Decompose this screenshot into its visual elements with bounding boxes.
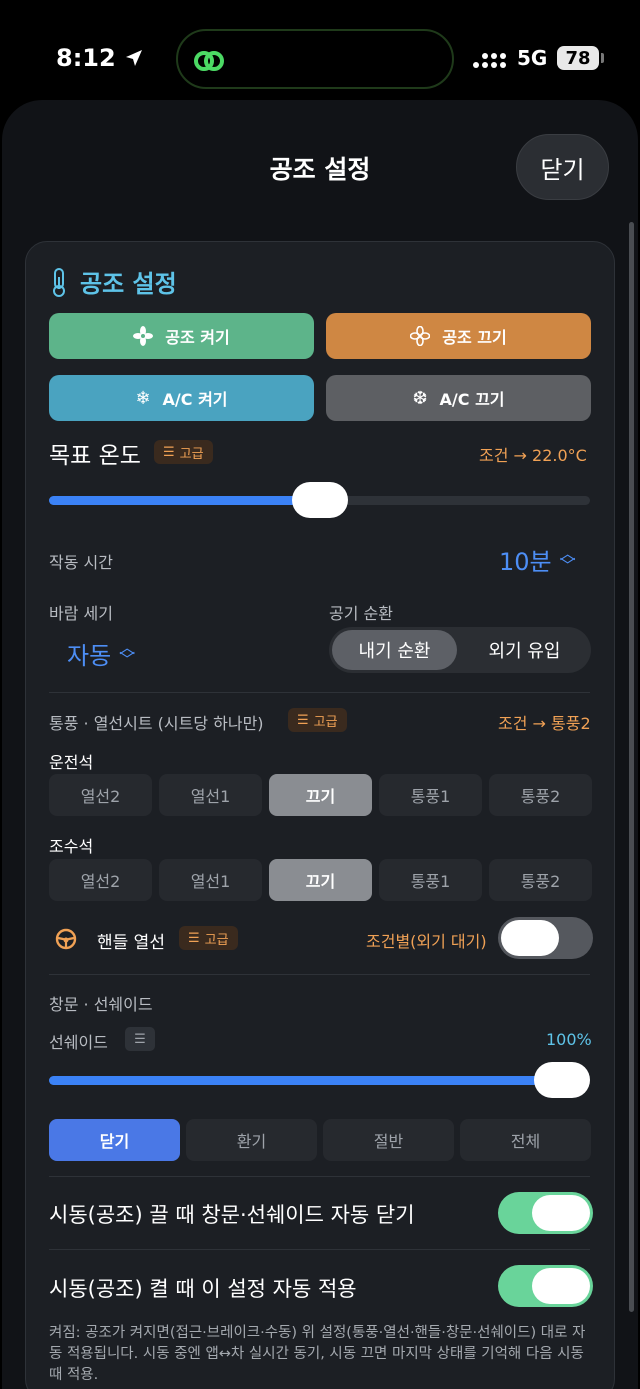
location-arrow-icon	[125, 50, 142, 66]
chevron-updown-icon: ︿ ﹀	[119, 637, 136, 669]
snowflake-icon: ❄	[135, 387, 151, 409]
driver-seat-option[interactable]: 통풍1	[379, 774, 482, 816]
window-option[interactable]: 전체	[460, 1119, 591, 1161]
fan-icon	[133, 326, 154, 346]
passenger-seat-label: 조수석	[49, 837, 94, 856]
status-time: 8:12	[56, 44, 144, 72]
target-temp-badge[interactable]: ☰ 고급	[154, 440, 213, 464]
auto-apply-footnote: 켜짐: 공조가 켜지면(접근·브레이크·수동) 위 설정(통풍·열선·핸들·창문…	[49, 1325, 586, 1383]
sliders-icon: ☰	[297, 712, 309, 728]
toggle-knob	[501, 920, 559, 956]
driver-seat-option[interactable]: 끄기	[269, 774, 372, 816]
signal-icon	[473, 53, 506, 68]
sunshade-label: 선쉐이드	[49, 1033, 108, 1052]
network-type: 5G	[517, 46, 548, 70]
wheel-heat-badge[interactable]: ☰ 고급	[179, 926, 238, 950]
divider	[49, 1249, 590, 1250]
sunshade-slider-thumb[interactable]	[534, 1062, 590, 1098]
auto-apply-toggle[interactable]	[498, 1265, 593, 1307]
fan-outline-icon	[410, 326, 431, 346]
target-temp-slider-fill	[49, 496, 320, 505]
toggle-knob	[532, 1195, 590, 1231]
fan-picker[interactable]: 자동 ︿ ﹀	[67, 636, 135, 671]
auto-close-label: 시동(공조) 끌 때 창문·선쉐이드 자동 닫기	[49, 1203, 415, 1227]
target-temp-slider-thumb[interactable]	[291, 482, 348, 518]
auto-close-toggle[interactable]	[498, 1192, 593, 1234]
sliders-icon: ☰	[163, 444, 175, 460]
battery-tip	[601, 53, 604, 63]
seats-badge[interactable]: ☰ 고급	[288, 708, 347, 732]
close-sheet-button[interactable]: 닫기	[516, 134, 609, 200]
thermometer-icon	[53, 267, 65, 297]
driver-seat-label: 운전석	[49, 753, 94, 772]
driver-seat-option[interactable]: 통풍2	[489, 774, 592, 816]
window-option[interactable]: 환기	[186, 1119, 317, 1161]
passenger-seat-option[interactable]: 통풍2	[489, 859, 592, 901]
passenger-seat-option[interactable]: 열선2	[49, 859, 152, 901]
fan-label: 바람 세기	[49, 604, 113, 623]
divider	[49, 692, 590, 693]
windows-label: 창문 · 선쉐이드	[49, 995, 153, 1014]
air-circ-segmented: 내기 순환 외기 유입	[329, 627, 591, 673]
hvac-off-button[interactable]: 공조 끄기	[326, 313, 591, 359]
seats-condition: 조건 → 통풍2	[498, 714, 591, 733]
climate-section-title: 공조 설정	[50, 264, 177, 299]
sunshade-value: 100%	[546, 1030, 592, 1049]
air-circ-fresh[interactable]: 외기 유입	[462, 630, 587, 670]
passenger-seat-option[interactable]: 통풍1	[379, 859, 482, 901]
wheel-heat-label: 핸들 열선	[97, 933, 165, 953]
air-circ-recirculate[interactable]: 내기 순환	[332, 630, 457, 670]
auto-apply-label: 시동(공조) 켤 때 이 설정 자동 적용	[49, 1277, 357, 1301]
chevron-updown-icon: ︿ ﹀	[559, 543, 576, 575]
ac-on-button[interactable]: ❄ A/C 켜기	[49, 375, 314, 421]
battery-icon: 78	[557, 46, 599, 70]
passenger-seat-option[interactable]: 끄기	[269, 859, 372, 901]
seats-label: 통풍 · 열선시트 (시트당 하나만)	[49, 714, 264, 733]
driver-seat-option[interactable]: 열선2	[49, 774, 152, 816]
sunshade-settings-icon[interactable]: ☰	[125, 1027, 155, 1051]
hvac-on-button[interactable]: 공조 켜기	[49, 313, 314, 359]
link-icon	[194, 51, 224, 71]
window-option[interactable]: 절반	[323, 1119, 454, 1161]
run-time-label: 작동 시간	[49, 553, 113, 572]
driver-seat-option[interactable]: 열선1	[159, 774, 262, 816]
passenger-seat-option[interactable]: 열선1	[159, 859, 262, 901]
toggle-knob	[532, 1268, 590, 1304]
sliders-icon: ☰	[188, 930, 200, 946]
divider	[49, 974, 590, 975]
window-option[interactable]: 닫기	[49, 1119, 180, 1161]
sunshade-slider-fill	[49, 1076, 562, 1085]
dynamic-island	[176, 29, 454, 89]
wheel-heat-toggle[interactable]	[498, 917, 593, 959]
target-temp-label: 목표 온도	[49, 443, 141, 469]
wheel-heat-condition: 조건별(외기 대기)	[366, 932, 487, 951]
status-bar: 8:12 5G 78	[0, 0, 640, 110]
target-temp-condition: 조건 → 22.0°C	[479, 446, 587, 465]
scrollbar[interactable]	[629, 222, 634, 1312]
divider	[49, 1176, 590, 1177]
ac-off-button[interactable]: ❆ A/C 끄기	[326, 375, 591, 421]
run-time-picker[interactable]: 10분 ︿ ﹀	[499, 542, 576, 577]
steering-wheel-icon	[55, 928, 77, 950]
air-circ-label: 공기 순환	[329, 604, 393, 623]
snowflake-off-icon: ❆	[412, 387, 428, 409]
sunshade-slider[interactable]	[49, 1076, 590, 1085]
